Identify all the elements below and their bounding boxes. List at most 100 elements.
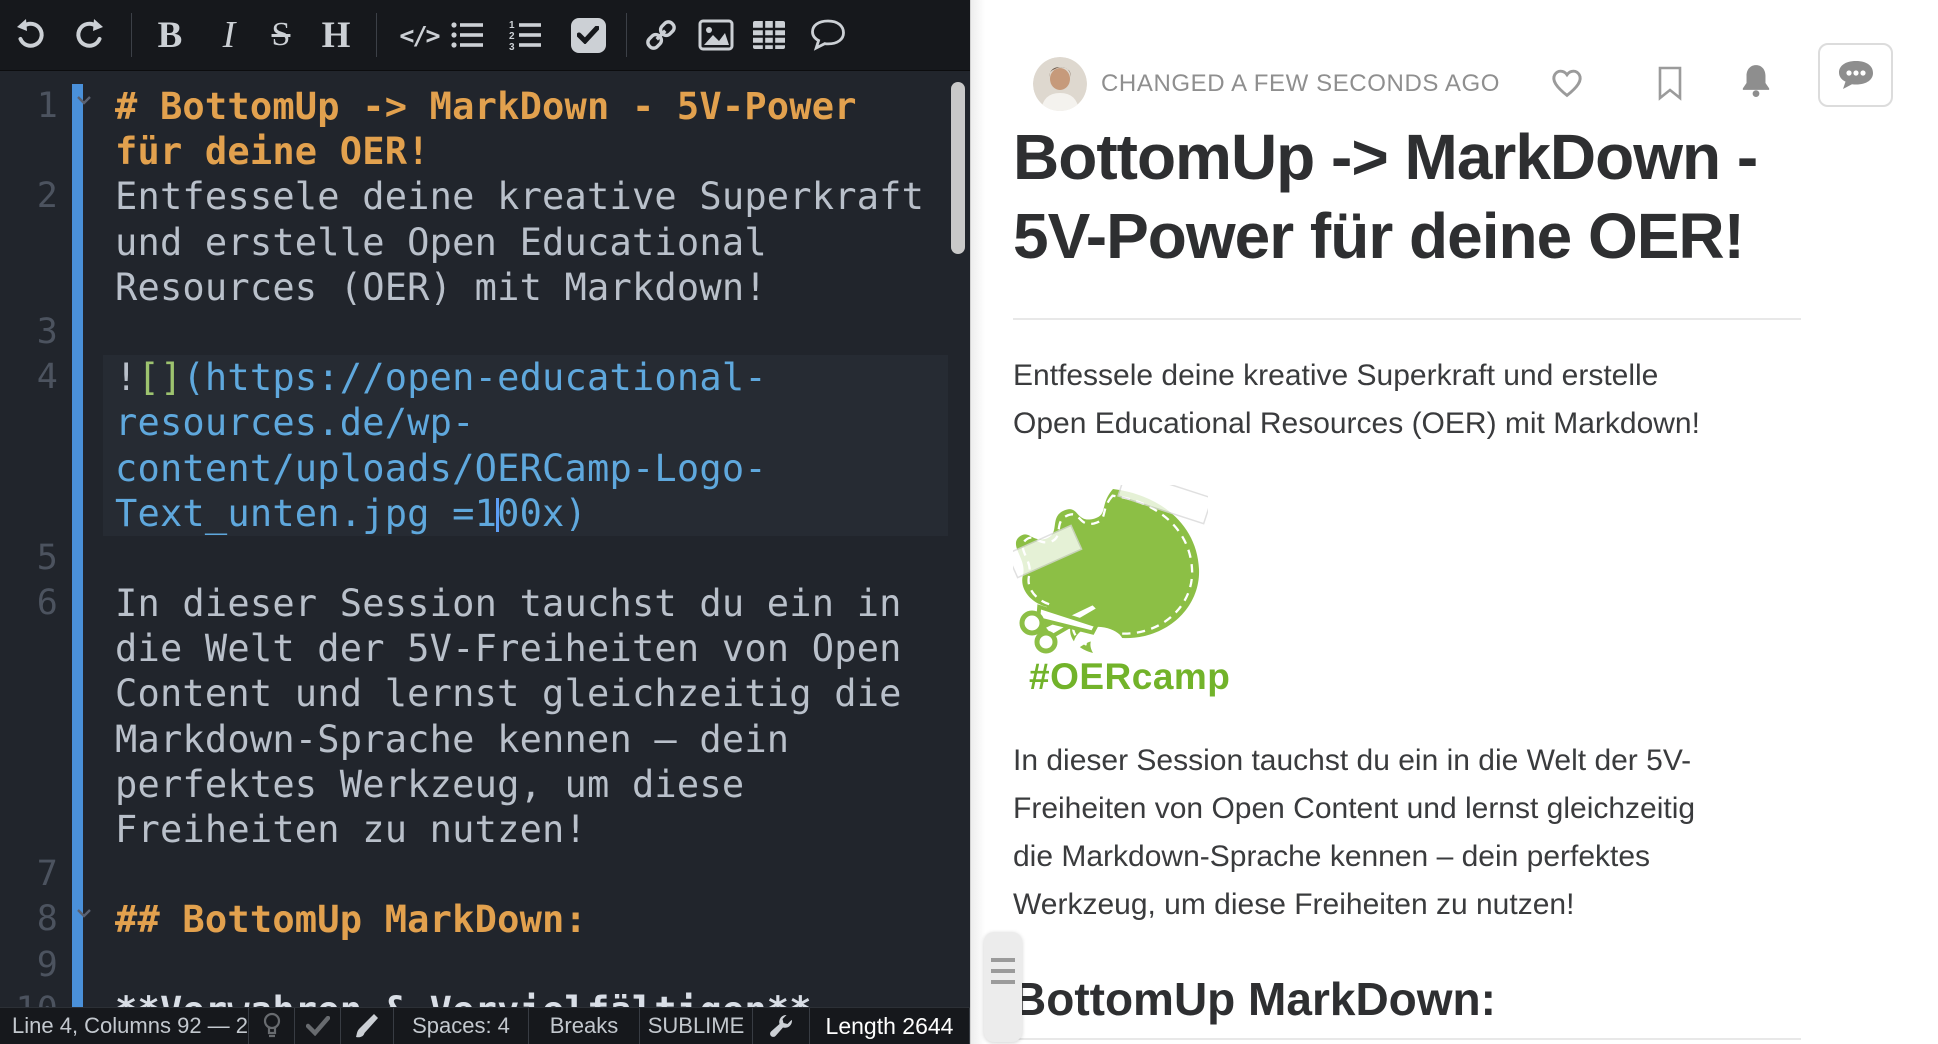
bullet-list-button[interactable] [439, 0, 495, 70]
avatar [1033, 57, 1087, 111]
fold-toggle[interactable] [58, 897, 103, 942]
code-line-text[interactable]: ![](https://open-educational- [103, 355, 948, 400]
code-line[interactable]: die Welt der 5V-Freiheiten von Open [0, 626, 970, 671]
spellcheck-toggle[interactable] [295, 1008, 341, 1044]
task-list-button[interactable] [560, 0, 616, 70]
code-line[interactable]: 8## BottomUp MarkDown: [0, 897, 970, 942]
line-number [0, 220, 58, 265]
code-line-text[interactable]: Resources (OER) mit Markdown! [103, 265, 948, 310]
fold-gutter [58, 129, 103, 174]
code-editor[interactable]: 1 # BottomUp -> MarkDown - 5V-Powerfür de… [0, 70, 970, 1008]
redo-button[interactable] [61, 0, 117, 70]
code-line-text[interactable] [103, 536, 948, 581]
night-mode-toggle[interactable] [249, 1008, 295, 1044]
keymap-setting[interactable]: SUBLIME [640, 1008, 753, 1044]
line-number: 1 [0, 84, 58, 129]
toolbar-separator [376, 13, 377, 57]
code-line[interactable]: 4![](https://open-educational- [0, 355, 970, 400]
code-line[interactable]: resources.de/wp- [0, 400, 970, 445]
code-line[interactable]: 3 [0, 310, 970, 355]
oercamp-logo [1013, 485, 1208, 662]
code-line[interactable]: 7 [0, 852, 970, 897]
italic-button[interactable]: I [201, 0, 257, 70]
code-line[interactable]: 5 [0, 536, 970, 581]
code-line[interactable]: Freiheiten zu nutzen! [0, 807, 970, 852]
fold-toggle[interactable] [58, 84, 103, 129]
title-divider [1013, 318, 1801, 320]
code-line[interactable]: perfektes Werkzeug, um diese [0, 762, 970, 807]
code-line[interactable]: 10**Verwahren & Vervielfältigen** [0, 988, 970, 1008]
code-line-text[interactable]: perfektes Werkzeug, um diese [103, 762, 948, 807]
undo-button[interactable] [3, 0, 59, 70]
code-line[interactable]: Text_unten.jpg =100x) [0, 491, 970, 536]
bold-button-label: B [158, 17, 183, 54]
section-divider [1013, 1038, 1801, 1040]
comments-button[interactable] [1818, 43, 1893, 107]
fold-gutter [58, 400, 103, 445]
code-line[interactable]: für deine OER! [0, 129, 970, 174]
code-line-text[interactable]: **Verwahren & Vervielfältigen** [103, 988, 948, 1008]
code-line[interactable]: 2Entfessele deine kreative Superkraft [0, 174, 970, 219]
code-line[interactable]: 1 # BottomUp -> MarkDown - 5V-Power [0, 84, 970, 129]
toolbar-separator [131, 13, 132, 57]
code-line-text[interactable]: ## BottomUp MarkDown: [103, 897, 948, 942]
svg-text:2: 2 [509, 31, 515, 42]
code-line-text[interactable]: die Welt der 5V-Freiheiten von Open [103, 626, 948, 671]
code-line[interactable]: content/uploads/OERCamp-Logo- [0, 446, 970, 491]
code-line-text[interactable] [103, 852, 948, 897]
code-token: Resources (OER) mit Markdown! [115, 266, 767, 309]
fold-gutter [58, 717, 103, 762]
image-button[interactable] [688, 0, 744, 70]
code-line[interactable]: 9 [0, 943, 970, 988]
code-line[interactable]: 6In dieser Session tauchst du ein in [0, 581, 970, 626]
image-icon [698, 18, 734, 52]
code-token: Content und lernst gleichzeitig die [115, 672, 902, 715]
code-line-text[interactable]: Entfessele deine kreative Superkraft [103, 174, 948, 219]
code-line-text[interactable]: content/uploads/OERCamp-Logo- [103, 446, 948, 491]
heading-button[interactable]: H [308, 0, 364, 70]
code-line[interactable]: und erstelle Open Educational [0, 220, 970, 265]
like-button[interactable] [1548, 64, 1586, 105]
bookmark-button[interactable] [1656, 64, 1684, 107]
strikethrough-button[interactable]: S [253, 0, 309, 70]
link-button[interactable] [633, 0, 689, 70]
theme-toggle[interactable] [341, 1008, 394, 1044]
code-token: **Verwahren & Vervielfältigen** [115, 989, 812, 1008]
code-line-text[interactable] [103, 310, 948, 355]
indent-setting[interactable]: Spaces: 4 [394, 1008, 529, 1044]
strikethrough-button-label: S [272, 18, 291, 52]
code-line-text[interactable]: für deine OER! [103, 129, 948, 174]
code-line-text[interactable] [103, 943, 948, 988]
indent-setting-label: Spaces: 4 [412, 1013, 510, 1039]
table-button[interactable] [741, 0, 797, 70]
ordered-list-button[interactable]: 123 [497, 0, 553, 70]
code-line-text[interactable]: # BottomUp -> MarkDown - 5V-Power [103, 84, 948, 129]
code-line-text[interactable]: Freiheiten zu nutzen! [103, 807, 948, 852]
line-number: 5 [0, 536, 58, 581]
bold-button[interactable]: B [142, 0, 198, 70]
comment-outline-icon [809, 19, 847, 51]
subscribe-button[interactable] [1738, 62, 1774, 107]
editor-scrollbar[interactable] [951, 82, 965, 254]
comment-button[interactable] [800, 0, 856, 70]
code-line[interactable]: Markdown-Sprache kennen – dein [0, 717, 970, 762]
linebreak-setting[interactable]: Breaks [529, 1008, 640, 1044]
redo-icon [72, 18, 106, 52]
brush-icon [354, 1013, 380, 1039]
code-line-text[interactable]: In dieser Session tauchst du ein in [103, 581, 948, 626]
code-token: ## BottomUp MarkDown: [115, 898, 587, 941]
preferences[interactable] [753, 1008, 810, 1044]
toolbar-separator [626, 13, 627, 57]
pane-resize-handle[interactable] [984, 932, 1022, 1042]
code-line-text[interactable]: Content und lernst gleichzeitig die [103, 671, 948, 716]
bullet-list-icon [450, 19, 484, 51]
code-token: für deine OER! [115, 130, 430, 173]
logo-caption: #OERcamp [1029, 656, 1230, 698]
line-number: 7 [0, 852, 58, 897]
code-line[interactable]: Content und lernst gleichzeitig die [0, 671, 970, 716]
code-line[interactable]: Resources (OER) mit Markdown! [0, 265, 970, 310]
code-line-text[interactable]: und erstelle Open Educational [103, 220, 948, 265]
code-line-text[interactable]: Text_unten.jpg =100x) [103, 491, 948, 536]
code-line-text[interactable]: Markdown-Sprache kennen – dein [103, 717, 948, 762]
code-line-text[interactable]: resources.de/wp- [103, 400, 948, 445]
